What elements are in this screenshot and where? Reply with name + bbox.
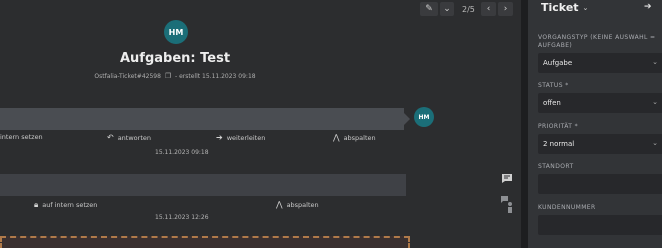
article-timestamp: 15.11.2023 12:26: [155, 214, 209, 221]
ticket-content-area: ✎ ⌄ 2/5 ‹ › HM Aufgaben: Test Ostfalia-T…: [0, 0, 521, 248]
avatar[interactable]: HM: [164, 20, 188, 44]
chat-icon[interactable]: [497, 168, 517, 188]
field-label-priority: PRIORITÄT *: [538, 123, 579, 130]
reply-action[interactable]: ↶ antworten: [107, 133, 151, 142]
created-date: - erstellt 15.11.2023 09:18: [175, 73, 256, 80]
ticket-meta: Ostfalia-Ticket#42598 ❐ - erstellt 15.11…: [0, 72, 350, 80]
draft-area[interactable]: [0, 236, 410, 248]
type-select[interactable]: Aufgabe ⌄: [538, 53, 662, 73]
lock-icon: 🔒︎: [34, 200, 39, 209]
set-internal-action[interactable]: intern setzen: [0, 133, 43, 141]
chevron-right-icon[interactable]: ›: [498, 2, 513, 16]
sidebar-title[interactable]: Ticket ⌄: [541, 1, 588, 14]
priority-select[interactable]: 2 normal ⌄: [538, 134, 662, 154]
chevron-down-icon: ⌄: [652, 58, 658, 66]
forward-icon: ➔: [216, 133, 223, 142]
customer-icon[interactable]: [497, 194, 517, 214]
chevron-left-icon[interactable]: ‹: [481, 2, 496, 16]
field-label-location: STANDORT: [538, 163, 574, 170]
chevron-down-icon: ⌄: [582, 3, 589, 12]
article-timestamp: 15.11.2023 09:18: [155, 149, 209, 156]
split-icon: ⋀: [276, 200, 283, 209]
article-bubble[interactable]: [0, 108, 404, 130]
page-counter: 2/5: [462, 4, 475, 14]
article-bubble[interactable]: [0, 174, 406, 196]
panel-divider[interactable]: [521, 0, 528, 248]
status-select[interactable]: offen ⌄: [538, 93, 662, 113]
location-input[interactable]: [538, 174, 662, 194]
pencil-icon[interactable]: ✎: [420, 2, 438, 16]
page-title: Aufgaben: Test: [119, 51, 231, 66]
arrow-right-icon[interactable]: ➔: [644, 2, 652, 12]
reply-icon: ↶: [107, 133, 114, 142]
forward-action[interactable]: ➔ weiterleiten: [216, 133, 265, 142]
bubble-pointer: [404, 113, 410, 125]
ticket-sidebar: Ticket ⌄ ➔ VORGANGSTYP (KEINE AUSWAHL = …: [528, 0, 662, 248]
chevron-down-icon: ⌄: [652, 98, 658, 106]
field-label-customer-number: KUNDENNUMMER: [538, 204, 596, 211]
article-avatar[interactable]: HM: [414, 107, 434, 127]
split-action[interactable]: ⋀ abspalten: [276, 200, 319, 209]
customer-number-input[interactable]: [538, 215, 662, 235]
split-icon: ⋀: [333, 133, 340, 142]
field-label-type: VORGANGSTYP (KEINE AUSWAHL = AUFGABE): [538, 34, 656, 49]
chevron-down-icon[interactable]: ⌄: [440, 2, 454, 16]
field-label-status: STATUS *: [538, 82, 569, 89]
ticket-number: Ostfalia-Ticket#42598: [94, 73, 161, 80]
set-internal-action[interactable]: 🔒︎ auf intern setzen: [34, 200, 97, 210]
split-action[interactable]: ⋀ abspalten: [333, 133, 376, 142]
copy-icon[interactable]: ❐: [165, 72, 171, 80]
chevron-down-icon: ⌄: [652, 139, 658, 147]
